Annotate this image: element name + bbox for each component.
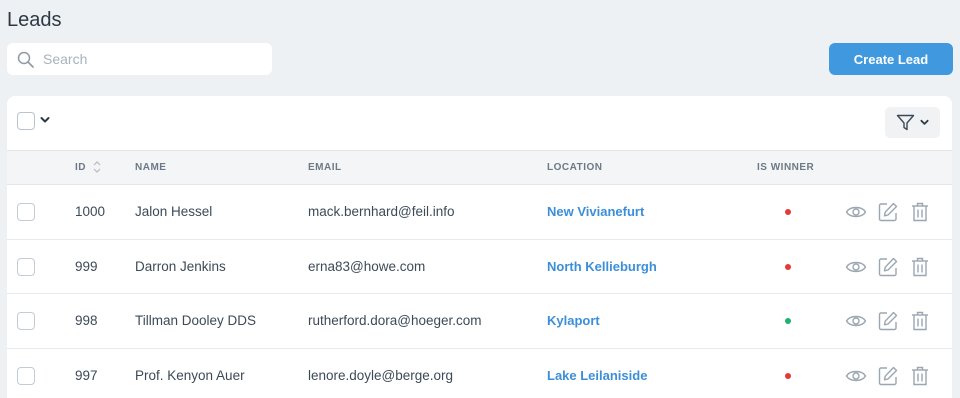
row-checkbox[interactable] <box>17 203 35 221</box>
table-body: 1000 Jalon Hessel mack.bernhard@feil.inf… <box>7 185 952 398</box>
lead-email: rutherford.dora@hoeger.com <box>308 313 482 328</box>
edit-icon[interactable] <box>877 201 899 223</box>
table-row: 998 Tillman Dooley DDS rutherford.dora@h… <box>7 294 952 349</box>
lead-email: lenore.doyle@berge.org <box>308 367 454 383</box>
search-box[interactable] <box>7 43 272 75</box>
edit-icon[interactable] <box>877 365 899 387</box>
search-input[interactable] <box>43 51 243 67</box>
trash-icon[interactable] <box>909 310 931 332</box>
trash-icon[interactable] <box>909 201 931 223</box>
edit-icon[interactable] <box>877 310 899 332</box>
row-checkbox[interactable] <box>17 366 35 385</box>
lead-name: Darron Jenkins <box>135 258 226 274</box>
select-all-checkbox[interactable] <box>17 112 35 130</box>
filter-icon <box>896 114 915 131</box>
search-icon <box>17 51 34 68</box>
lead-location-link[interactable]: North Kellieburgh <box>547 259 657 274</box>
lead-id: 999 <box>75 258 98 274</box>
filter-button[interactable] <box>885 107 940 138</box>
lead-id: 1000 <box>75 204 106 219</box>
edit-icon[interactable] <box>877 256 899 278</box>
trash-icon[interactable] <box>909 365 931 387</box>
table-row: 997 Prof. Kenyon Auer lenore.doyle@berge… <box>7 349 952 398</box>
column-header-is-winner: IS WINNER <box>757 162 815 173</box>
chevron-down-icon <box>920 119 929 125</box>
column-header-id[interactable]: ID <box>75 162 86 173</box>
lead-location-link[interactable]: Lake Leilaniside <box>547 368 647 383</box>
winner-status-dot <box>785 372 791 379</box>
create-lead-button[interactable]: Create Lead <box>829 43 953 75</box>
table-toolbar <box>7 96 952 150</box>
lead-name: Prof. Kenyon Auer <box>135 367 245 383</box>
lead-location-link[interactable]: New Vivianefurt <box>547 204 644 219</box>
table-row: 999 Darron Jenkins erna83@howe.com North… <box>7 240 952 294</box>
trash-icon[interactable] <box>909 256 931 278</box>
eye-icon[interactable] <box>845 201 867 223</box>
lead-id: 998 <box>75 313 98 328</box>
eye-icon[interactable] <box>845 365 867 387</box>
eye-icon[interactable] <box>845 310 867 332</box>
lead-name: Tillman Dooley DDS <box>135 313 257 328</box>
table-row: 1000 Jalon Hessel mack.bernhard@feil.inf… <box>7 185 952 240</box>
eye-icon[interactable] <box>845 256 867 278</box>
column-header-email: EMAIL <box>308 162 342 173</box>
column-header-location: LOCATION <box>547 162 603 173</box>
row-checkbox[interactable] <box>17 312 35 330</box>
leads-page: Leads Create Lead ID <box>0 0 960 398</box>
column-header-name: NAME <box>135 162 167 173</box>
lead-name: Jalon Hessel <box>135 204 213 219</box>
chevron-down-icon[interactable] <box>40 115 50 125</box>
row-checkbox[interactable] <box>17 257 35 276</box>
sort-icon[interactable] <box>93 160 101 174</box>
winner-status-dot <box>785 318 791 324</box>
page-title: Leads <box>7 9 62 31</box>
lead-id: 997 <box>75 367 98 383</box>
winner-status-dot <box>785 209 791 215</box>
lead-email: mack.bernhard@feil.info <box>308 204 455 219</box>
table-header: ID NAME EMAIL LOCATION IS WINNER <box>7 150 952 185</box>
lead-location-link[interactable]: Kylaport <box>547 313 600 328</box>
leads-table-card: ID NAME EMAIL LOCATION IS WINNER 1000 Ja… <box>7 96 952 398</box>
lead-email: erna83@howe.com <box>308 258 426 274</box>
winner-status-dot <box>785 263 791 270</box>
